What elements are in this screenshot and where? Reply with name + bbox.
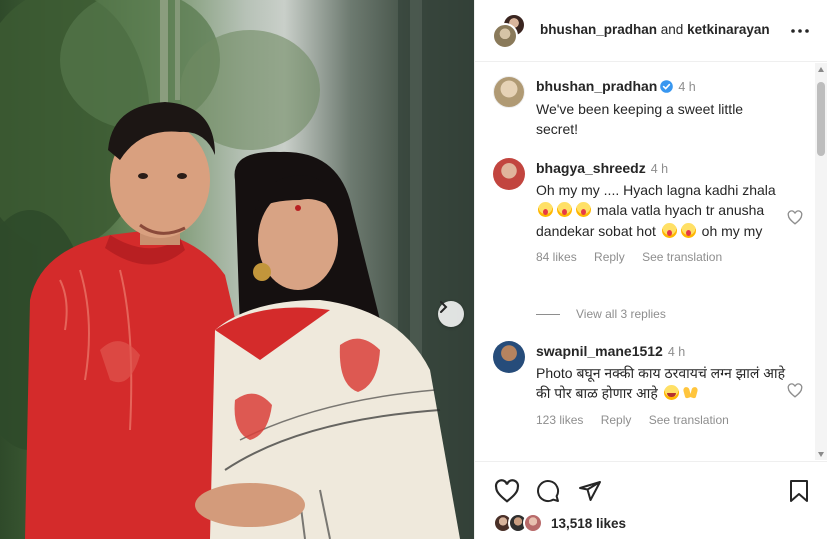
author-link[interactable]: bhushan_pradhan xyxy=(540,22,657,37)
face-screaming-icon xyxy=(557,202,572,217)
avatar[interactable] xyxy=(523,513,543,533)
face-screaming-icon xyxy=(538,202,553,217)
more-options-button[interactable] xyxy=(790,19,810,39)
scrollbar-thumb[interactable] xyxy=(817,82,825,156)
avatar[interactable] xyxy=(492,23,518,49)
caption-username[interactable]: bhushan_pradhan xyxy=(536,78,657,94)
post-actions: 13,518 likes xyxy=(475,461,827,539)
hands xyxy=(195,483,305,527)
avatar[interactable] xyxy=(493,76,525,108)
face-screaming-icon xyxy=(576,202,591,217)
reply-button[interactable]: Reply xyxy=(601,413,632,427)
caption-text: We've been keeping a sweet little secret… xyxy=(536,100,744,138)
like-comment-heart-icon[interactable] xyxy=(787,210,803,230)
caption-time[interactable]: 4 h xyxy=(678,80,695,94)
see-translation-button[interactable]: See translation xyxy=(649,413,729,427)
avatar[interactable] xyxy=(493,158,525,190)
comment-text-part: Photo बघून नक्की काय ठरवायचं लग्न झालं आ… xyxy=(536,364,786,402)
comment-icon[interactable] xyxy=(536,479,560,508)
see-translation-button[interactable]: See translation xyxy=(642,250,722,264)
comment-likes[interactable]: 123 likes xyxy=(536,413,583,427)
couple-photo-illustration xyxy=(0,0,474,539)
face-screaming-icon xyxy=(680,222,696,238)
comment-text: Oh my my .... Hyach lagna kadhi zhala ma… xyxy=(536,182,776,239)
comment-time[interactable]: 4 h xyxy=(668,345,685,359)
comment-time[interactable]: 4 h xyxy=(651,162,668,176)
likes-count[interactable]: 13,518 likes xyxy=(551,516,626,531)
like-comment-heart-icon[interactable] xyxy=(787,383,803,403)
more-horizontal-icon xyxy=(791,20,809,38)
post-photo[interactable] xyxy=(0,0,474,539)
scroll-up-arrow-icon[interactable] xyxy=(818,67,824,72)
heart-icon[interactable] xyxy=(494,479,520,508)
next-photo-button[interactable] xyxy=(438,301,464,327)
post-authors: bhushan_pradhan and ketkinarayan xyxy=(540,22,770,37)
comment-text: Photo बघून नक्की काय ठरवायचं लग्न झालं आ… xyxy=(536,365,785,402)
raising-hands-icon xyxy=(683,385,698,400)
comment-username[interactable]: swapnil_mane1512 xyxy=(536,343,663,359)
reply-button[interactable]: Reply xyxy=(594,250,625,264)
author-link[interactable]: ketkinarayan xyxy=(687,22,770,37)
view-replies-label: View all 3 replies xyxy=(576,307,666,321)
comment-meta: 84 likes Reply See translation xyxy=(536,247,786,268)
comment-username[interactable]: bhagya_shreedz xyxy=(536,160,646,176)
post-details-panel: bhushan_pradhan and ketkinarayan bhushan… xyxy=(474,0,827,539)
replies-divider xyxy=(536,313,560,315)
bookmark-icon[interactable] xyxy=(789,479,809,508)
laughing-face-icon xyxy=(663,385,679,400)
comments-list[interactable]: bhushan_pradhan 4 h We've been keeping a … xyxy=(475,63,827,460)
collab-avatars[interactable] xyxy=(492,13,528,49)
comment-text-part: oh my my xyxy=(701,222,763,239)
avatar[interactable] xyxy=(493,341,525,373)
send-icon[interactable] xyxy=(578,479,602,508)
scroll-down-arrow-icon[interactable] xyxy=(818,452,824,457)
verified-badge-icon xyxy=(660,78,674,99)
comment-likes[interactable]: 84 likes xyxy=(536,250,577,264)
comment-meta: 123 likes Reply See translation xyxy=(536,410,786,431)
face-screaming-icon xyxy=(661,222,677,238)
post-header: bhushan_pradhan and ketkinarayan xyxy=(475,0,827,62)
author-connector: and xyxy=(660,22,684,37)
comment-text-part: Oh my my .... Hyach lagna kadhi zhala xyxy=(536,181,776,198)
view-replies-button[interactable]: View all 3 replies xyxy=(536,307,666,321)
liker-avatars[interactable] xyxy=(493,513,547,533)
